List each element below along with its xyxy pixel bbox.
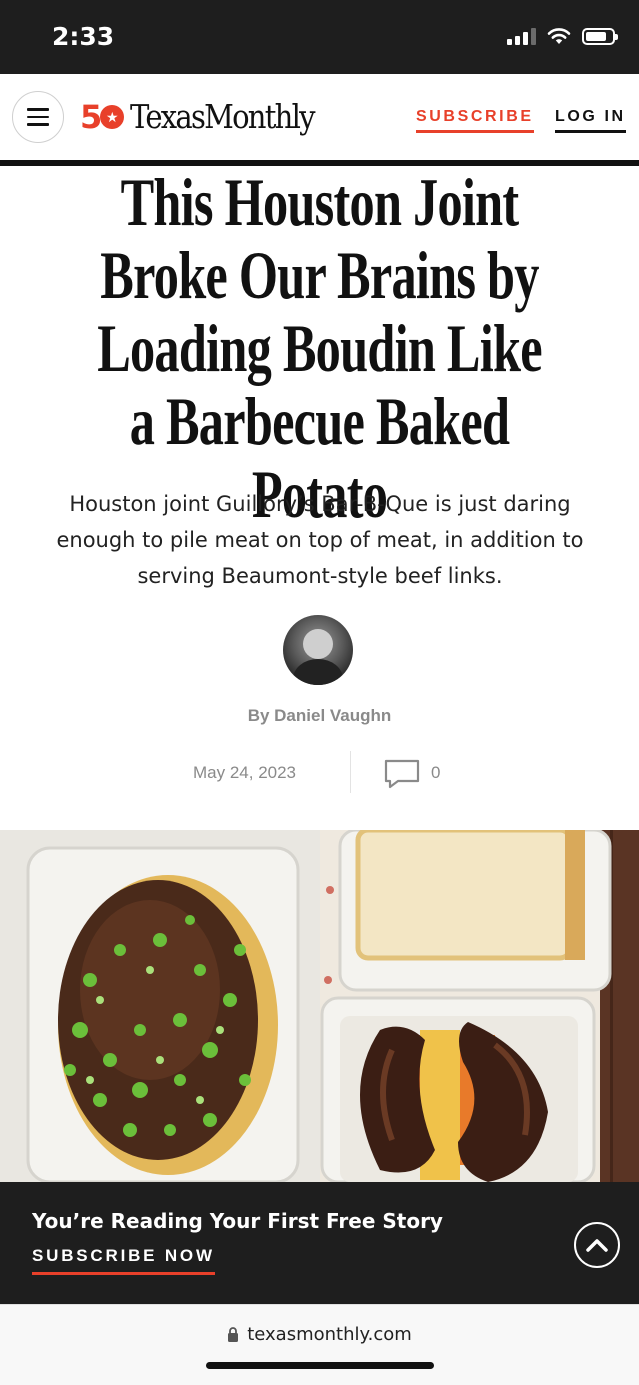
hero-image bbox=[0, 830, 639, 1182]
meta-divider bbox=[350, 751, 351, 793]
url-container[interactable]: texasmonthly.com bbox=[0, 1324, 639, 1345]
50th-anniversary-logo: 5 ★ bbox=[80, 101, 125, 133]
login-link[interactable]: LOG IN bbox=[555, 108, 626, 133]
battery-icon bbox=[582, 27, 618, 45]
comment-icon[interactable] bbox=[384, 759, 420, 789]
status-bar: 2:33 bbox=[0, 0, 639, 74]
subscribe-link[interactable]: SUBSCRIBE bbox=[416, 108, 534, 133]
author-byline[interactable]: By Daniel Vaughn bbox=[0, 706, 639, 726]
expand-banner-button[interactable] bbox=[574, 1222, 620, 1268]
publish-date: May 24, 2023 bbox=[193, 763, 297, 782]
signal-icon bbox=[507, 27, 536, 45]
site-logo[interactable]: 5 ★ TexasMonthly bbox=[80, 99, 339, 135]
chevron-up-icon bbox=[586, 1239, 608, 1252]
wifi-icon bbox=[547, 28, 571, 44]
article-meta: May 24, 2023 0 bbox=[0, 751, 639, 793]
browser-address-bar[interactable]: texasmonthly.com bbox=[0, 1304, 639, 1385]
author-avatar[interactable] bbox=[283, 615, 353, 685]
subscribe-now-link[interactable]: SUBSCRIBE NOW bbox=[32, 1246, 215, 1275]
status-icons bbox=[507, 26, 618, 46]
site-header: 5 ★ TexasMonthly SUBSCRIBE LOG IN bbox=[0, 74, 639, 160]
logo-wordmark: TexasMonthly bbox=[130, 97, 316, 136]
url-text[interactable]: texasmonthly.com bbox=[247, 1324, 412, 1345]
menu-button[interactable] bbox=[12, 91, 64, 143]
comment-count[interactable]: 0 bbox=[431, 763, 440, 783]
home-indicator[interactable] bbox=[206, 1362, 434, 1369]
article-headline: This Houston Joint Broke Our Brains by L… bbox=[97, 164, 542, 532]
menu-icon bbox=[27, 108, 49, 111]
lock-icon bbox=[228, 1327, 239, 1342]
article-dek: Houston joint Guillory’s Bar-B-Que is ju… bbox=[56, 492, 584, 588]
status-time: 2:33 bbox=[52, 22, 115, 51]
free-story-title: You’re Reading Your First Free Story bbox=[32, 1209, 443, 1233]
free-story-banner: You’re Reading Your First Free Story SUB… bbox=[0, 1182, 639, 1304]
